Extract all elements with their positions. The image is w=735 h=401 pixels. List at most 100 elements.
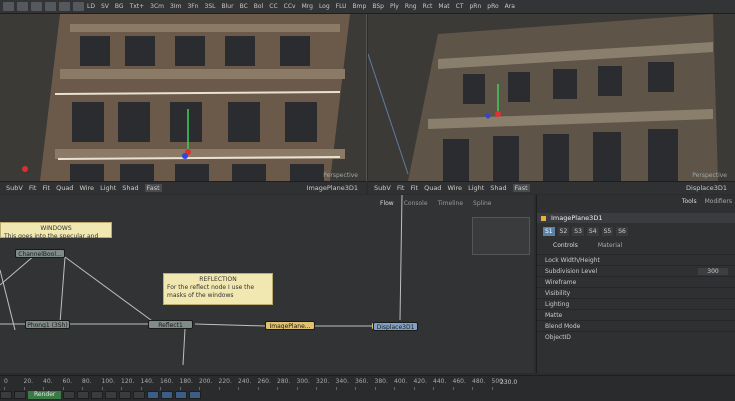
tab-tools[interactable]: Tools — [682, 198, 697, 208]
tab-spline[interactable]: Spline — [473, 200, 491, 207]
tool-button[interactable]: 3Im — [167, 3, 184, 10]
section-lighting[interactable]: Lighting — [537, 298, 735, 309]
slot-s6[interactable]: S6 — [616, 227, 628, 236]
time-ruler[interactable]: 0 20. 40. 60. 80. 100. 120. 140. 160. 180. 200. 220… — [0, 378, 505, 390]
tool-button[interactable]: CC — [266, 3, 280, 10]
node-header[interactable]: ImagePlane3D1 — [537, 213, 735, 223]
slot-s2[interactable]: S2 — [557, 227, 570, 236]
toolbar-icon[interactable] — [45, 2, 56, 11]
section-visibility[interactable]: Visibility — [537, 287, 735, 298]
play-reverse-button[interactable] — [91, 391, 104, 399]
lock-width-height-checkbox[interactable]: Lock Width/Height — [537, 254, 735, 265]
node-reflect[interactable]: Reflect1 — [148, 320, 193, 329]
end-frame-value[interactable]: 230.0 — [500, 379, 517, 386]
tool-button[interactable]: BSp — [369, 3, 387, 10]
tool-button[interactable]: CT — [453, 3, 467, 10]
ruler-tick-label: 120. — [121, 378, 135, 385]
section-objectid[interactable]: ObjectID — [537, 331, 735, 342]
toolbar-icon[interactable] — [31, 2, 42, 11]
transport-button[interactable] — [0, 391, 12, 399]
tool-button[interactable]: LD — [84, 3, 98, 10]
tool-button[interactable]: pRo — [484, 3, 501, 10]
tab-modifiers[interactable]: Modifiers — [705, 198, 732, 208]
toolbar-icon[interactable] — [3, 2, 14, 11]
tool-button[interactable]: 3Cm — [147, 3, 167, 10]
wire-button[interactable]: Wire — [79, 184, 94, 192]
light-button[interactable]: Light — [100, 184, 116, 192]
tool-button[interactable]: Blur — [219, 3, 237, 10]
tool-button[interactable]: Rct — [420, 3, 436, 10]
windows-note[interactable]: WINDOWS This goes into the specular and — [0, 222, 112, 240]
play-button[interactable] — [105, 391, 118, 399]
node-shader[interactable]: Phong1 (3Sh) — [25, 320, 70, 329]
tool-button[interactable]: Bmp — [350, 3, 370, 10]
mb-button[interactable] — [175, 391, 188, 399]
fit-button[interactable]: Fit — [29, 184, 37, 192]
fit-button-2[interactable]: Fit — [410, 184, 418, 192]
subdivision-value-input[interactable]: 300 — [698, 267, 728, 275]
loop-button[interactable] — [147, 391, 160, 399]
toolbar-icon[interactable] — [17, 2, 28, 11]
viewer-left[interactable]: Perspective — [0, 14, 367, 181]
node-displace[interactable]: Displace3D1 — [373, 322, 418, 331]
shad-button[interactable]: Shad — [122, 184, 138, 192]
rewind-button[interactable] — [63, 391, 76, 399]
tab-console[interactable]: Console — [404, 200, 428, 207]
tool-button[interactable]: Rng — [402, 3, 420, 10]
slot-s3[interactable]: S3 — [572, 227, 584, 236]
toolbar-icon[interactable] — [59, 2, 70, 11]
tool-button[interactable]: Mrg — [299, 3, 316, 10]
subv-button[interactable]: SubV — [374, 184, 391, 192]
tool-button[interactable]: CCv — [281, 3, 299, 10]
section-matte[interactable]: Matte — [537, 309, 735, 320]
flow-navigator[interactable] — [472, 217, 530, 255]
viewer-right[interactable]: Perspective — [368, 14, 735, 181]
tool-button[interactable]: pRn — [467, 3, 485, 10]
flow-editor[interactable]: WINDOWS This goes into the specular and … — [0, 195, 534, 373]
fast-forward-button[interactable] — [133, 391, 146, 399]
prx-button[interactable] — [189, 391, 202, 399]
quad-button[interactable]: Quad — [424, 184, 441, 192]
slot-s4[interactable]: S4 — [586, 227, 599, 236]
tool-button[interactable]: Bol — [251, 3, 266, 10]
tab-timeline[interactable]: Timeline — [438, 200, 464, 207]
fast-button[interactable]: Fast — [512, 184, 530, 192]
render-button[interactable]: Render — [28, 391, 62, 399]
subv-button[interactable]: SubV — [6, 184, 23, 192]
node-channel-boolean[interactable]: ChannelBool... — [15, 249, 65, 258]
quad-button[interactable]: Quad — [56, 184, 73, 192]
tab-controls[interactable]: Controls — [553, 242, 578, 252]
ruler-tick-label: 440. — [433, 378, 447, 385]
shad-button[interactable]: Shad — [490, 184, 506, 192]
tool-button[interactable]: 3SL — [202, 3, 219, 10]
reflection-note[interactable]: REFLECTION For the reflect node I use th… — [163, 273, 273, 305]
node-imageplane[interactable]: ImagePlane... — [265, 321, 315, 330]
tool-button[interactable]: Mat — [435, 3, 452, 10]
toolbar-icon[interactable] — [73, 2, 84, 11]
light-button[interactable]: Light — [468, 184, 484, 192]
fast-button[interactable]: Fast — [144, 184, 162, 192]
tool-button[interactable]: BG — [112, 3, 127, 10]
hiq-button[interactable] — [161, 391, 174, 399]
slot-s1[interactable]: S1 — [543, 227, 555, 236]
tool-button[interactable]: Txt+ — [127, 3, 148, 10]
tool-button[interactable]: FLU — [333, 3, 350, 10]
tab-flow[interactable]: Flow — [380, 200, 394, 207]
tool-button[interactable]: Ara — [502, 3, 518, 10]
step-back-button[interactable] — [77, 391, 90, 399]
timeline[interactable]: 0 20. 40. 60. 80. 100. 120. 140. 160. 180. 200. 220… — [0, 375, 735, 401]
section-wireframe[interactable]: Wireframe — [537, 276, 735, 287]
tool-button[interactable]: 3Fn — [184, 3, 201, 10]
section-blend-mode[interactable]: Blend Mode — [537, 320, 735, 331]
transport-button[interactable] — [14, 391, 26, 399]
tool-button[interactable]: Log — [316, 3, 333, 10]
tool-button[interactable]: BC — [237, 3, 251, 10]
wire-button[interactable]: Wire — [447, 184, 462, 192]
fit-button-2[interactable]: Fit — [42, 184, 50, 192]
tool-button[interactable]: Ply — [387, 3, 402, 10]
tab-material[interactable]: Material — [598, 242, 622, 252]
tool-button[interactable]: SV — [98, 3, 112, 10]
step-forward-button[interactable] — [119, 391, 132, 399]
slot-s5[interactable]: S5 — [601, 227, 614, 236]
fit-button[interactable]: Fit — [397, 184, 405, 192]
